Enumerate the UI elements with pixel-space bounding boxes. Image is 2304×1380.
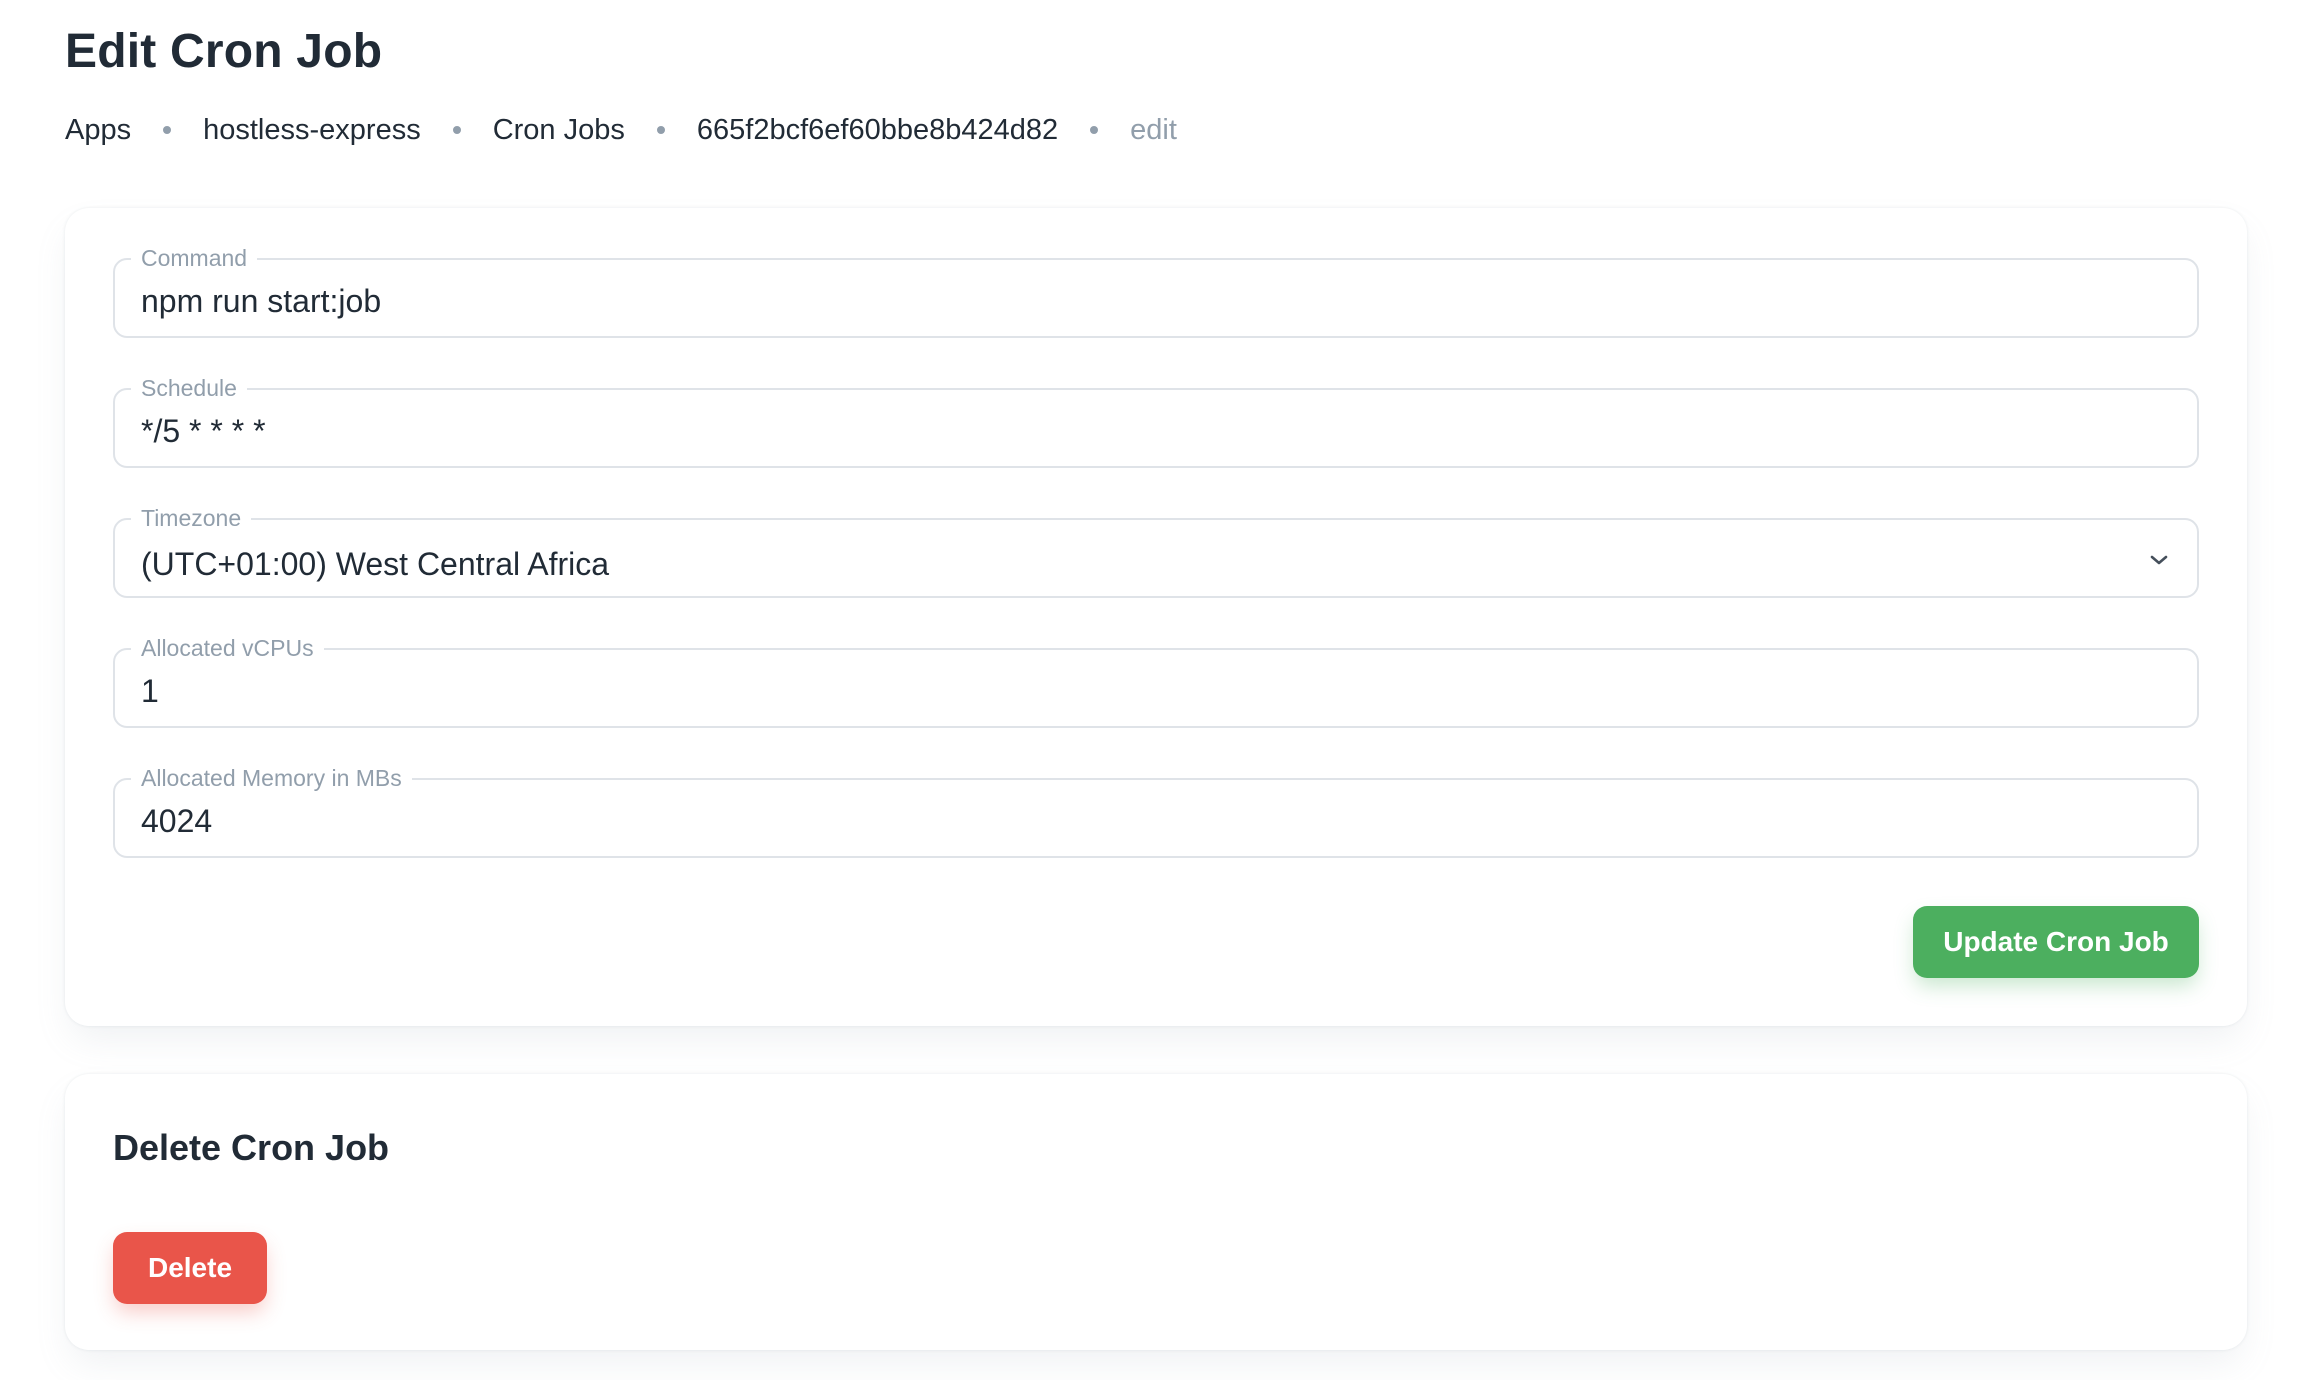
timezone-selected-value: (UTC+01:00) West Central Africa: [141, 546, 610, 582]
breadcrumb-cron-jobs[interactable]: Cron Jobs: [493, 110, 625, 150]
timezone-select[interactable]: Timezone (UTC+01:00) West Central Africa: [113, 504, 2199, 598]
breadcrumb-separator: [656, 126, 665, 134]
chevron-down-icon: [2150, 555, 2168, 565]
delete-cron-job-card: Delete Cron Job Delete: [65, 1074, 2247, 1350]
breadcrumb: Apps hostless-express Cron Jobs 665f2bcf…: [65, 110, 1177, 150]
schedule-input[interactable]: [141, 390, 2121, 466]
page-title: Edit Cron Job: [65, 25, 383, 78]
breadcrumb-cron-job-id[interactable]: 665f2bcf6ef60bbe8b424d82: [697, 110, 1058, 150]
memory-field: Allocated Memory in MBs: [113, 764, 2199, 858]
memory-input[interactable]: [141, 780, 2121, 856]
breadcrumb-separator: [1090, 126, 1099, 134]
breadcrumb-separator: [452, 126, 461, 134]
edit-cron-job-form: Command Schedule Timezone (UTC+01:00) We…: [65, 208, 2247, 1026]
breadcrumb-current: edit: [1130, 114, 1177, 146]
breadcrumb-app[interactable]: hostless-express: [203, 110, 421, 150]
delete-section-title: Delete Cron Job: [113, 1127, 390, 1168]
vcpus-field: Allocated vCPUs: [113, 634, 2199, 728]
breadcrumb-separator: [163, 126, 172, 134]
update-cron-job-button[interactable]: Update Cron Job: [1913, 906, 2199, 978]
command-input[interactable]: [141, 260, 2121, 336]
command-field: Command: [113, 244, 2199, 338]
breadcrumb-apps[interactable]: Apps: [65, 110, 131, 150]
delete-button[interactable]: Delete: [113, 1232, 267, 1304]
vcpus-input[interactable]: [141, 650, 2121, 726]
schedule-field: Schedule: [113, 374, 2199, 468]
